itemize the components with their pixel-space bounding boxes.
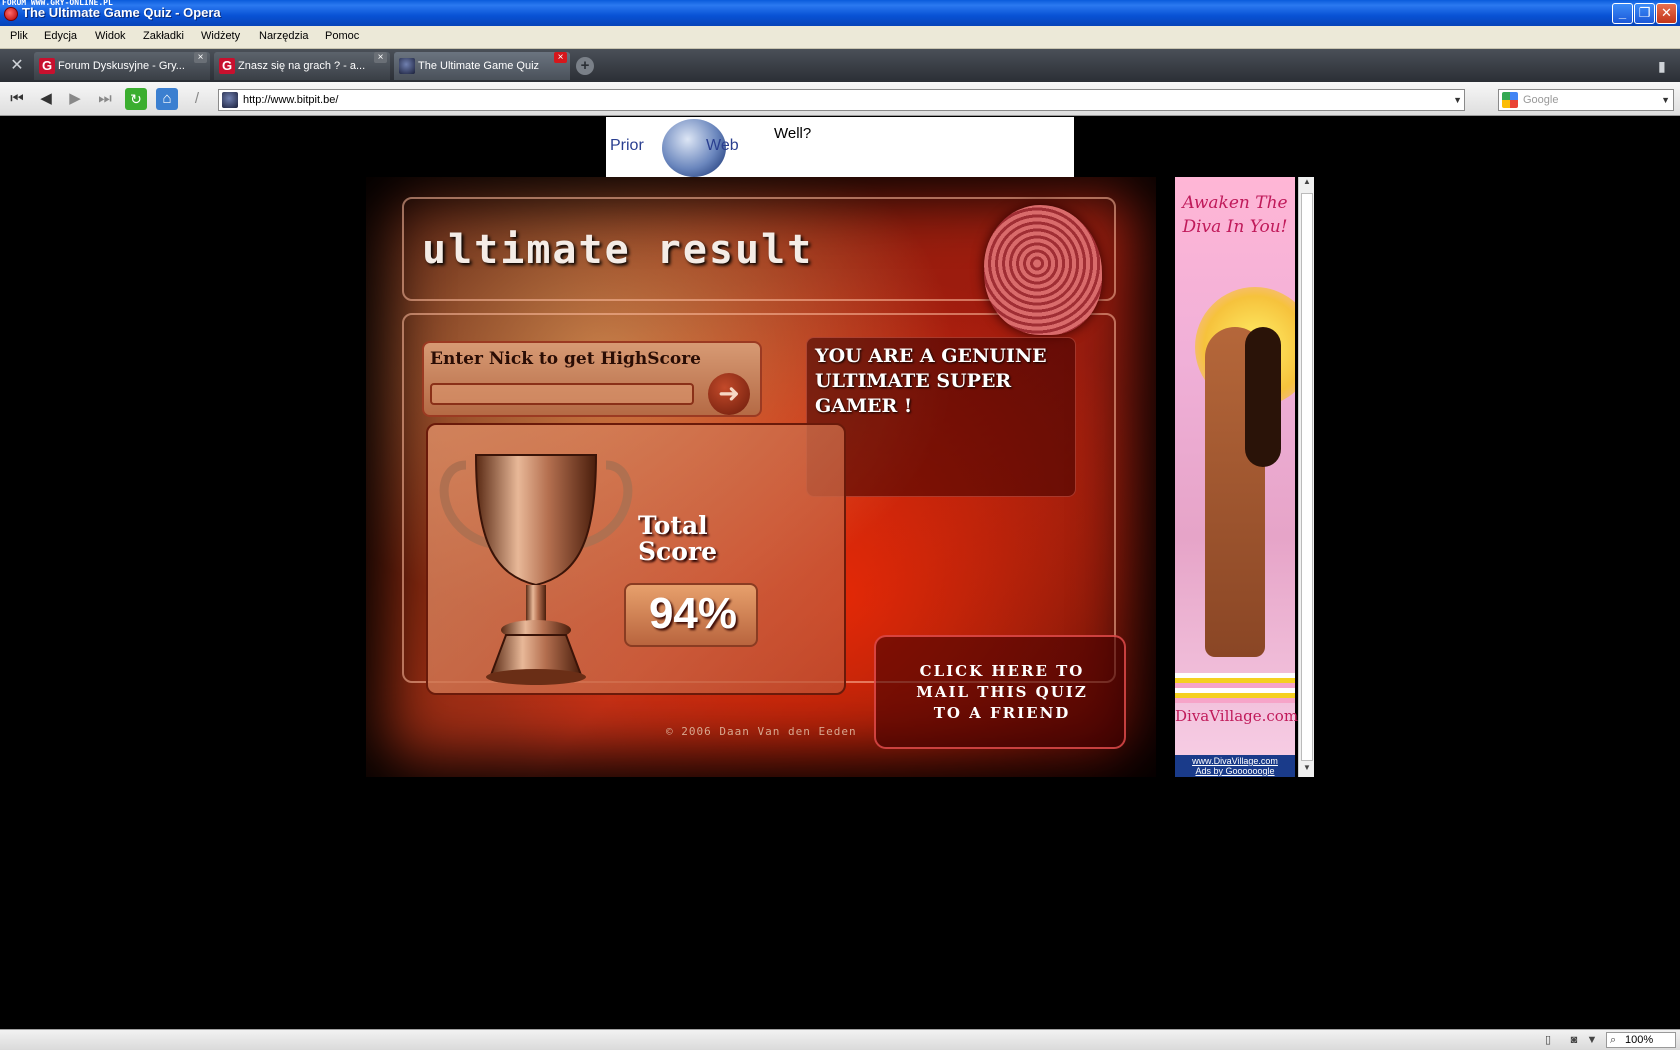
zoom-value: 100% bbox=[1625, 1034, 1654, 1046]
mail-line: MAIL THIS QUIZ bbox=[916, 683, 1088, 701]
result-message-panel: YOU ARE A GENUINE ULTIMATE SUPER GAMER ! bbox=[806, 337, 1076, 497]
menu-item-widzety[interactable]: Widżety bbox=[201, 30, 240, 42]
magnifier-icon: ⌕ bbox=[1610, 1034, 1617, 1046]
tab-label: Forum Dyskusyjne - Gry... bbox=[58, 60, 185, 72]
ad-scrollbar[interactable]: ▲ ▼ bbox=[1298, 177, 1314, 777]
close-window-button[interactable]: ✕ bbox=[1656, 3, 1677, 24]
ad-headline: Awaken The Diva In You! bbox=[1175, 191, 1295, 239]
quiz-result-flash: ultimate result Enter Nick to get HighSc… bbox=[366, 177, 1156, 777]
status-bar: ▯ ◙ ▼ ⌕ 100% bbox=[0, 1029, 1680, 1050]
ad-link[interactable]: www.DivaVillage.com bbox=[1175, 756, 1295, 766]
mail-to-friend-button[interactable]: CLICK HERE TO MAIL THIS QUIZ TO A FRIEND bbox=[874, 635, 1126, 749]
bitpit-favicon-icon bbox=[399, 58, 415, 74]
search-field[interactable]: Google ▼ bbox=[1498, 89, 1674, 111]
search-placeholder: Google bbox=[1523, 94, 1559, 106]
trash-icon[interactable]: ▮ bbox=[1658, 57, 1672, 75]
highscore-panel: Enter Nick to get HighScore ➜ bbox=[422, 341, 762, 417]
menu-item-zakladki[interactable]: Zakładki bbox=[143, 30, 184, 42]
menu-item-pomoc[interactable]: Pomoc bbox=[325, 30, 359, 42]
forward-icon[interactable]: ▶ bbox=[64, 88, 86, 110]
window-title-bar[interactable]: FORUM WWW.GRY-ONLINE.PL The Ultimate Gam… bbox=[0, 0, 1680, 26]
tab-ultimate-game-quiz[interactable]: The Ultimate Game Quiz × bbox=[394, 52, 570, 80]
diva-village-ad[interactable]: Awaken The Diva In You! DivaVillage.com … bbox=[1175, 177, 1299, 777]
figure-hair bbox=[1245, 327, 1281, 467]
score-label-line: Score bbox=[638, 537, 718, 566]
result-message: YOU ARE A GENUINE ULTIMATE SUPER GAMER ! bbox=[815, 345, 1047, 417]
url-text: http://www.bitpit.be/ bbox=[243, 94, 339, 106]
score-box: 94% bbox=[624, 583, 758, 647]
google-icon[interactable] bbox=[1502, 92, 1518, 108]
tab-forum[interactable]: G Forum Dyskusyjne - Gry... × bbox=[34, 52, 210, 80]
banner-logo-prior: Prior bbox=[610, 137, 644, 154]
restore-button[interactable]: ❐ bbox=[1634, 3, 1655, 24]
result-title: ultimate result bbox=[422, 227, 814, 273]
brain-icon bbox=[984, 205, 1102, 335]
zoom-control[interactable]: ⌕ 100% bbox=[1606, 1032, 1676, 1048]
opera-app-icon[interactable] bbox=[4, 7, 18, 21]
new-tab-icon[interactable]: + bbox=[576, 57, 594, 75]
network-icon[interactable]: ▯ bbox=[1540, 1033, 1556, 1047]
diva-illustration bbox=[1175, 267, 1295, 657]
menu-item-narzedzia[interactable]: Narzędzia bbox=[259, 30, 309, 42]
tab-label: Znasz się na grach ? - a... bbox=[238, 60, 366, 72]
address-field[interactable]: http://www.bitpit.be/ ▼ bbox=[218, 89, 1465, 111]
banner-text: Well? bbox=[774, 125, 812, 142]
mail-line: CLICK HERE TO bbox=[919, 662, 1085, 680]
window-title: The Ultimate Game Quiz - Opera bbox=[22, 5, 221, 20]
edit-icon[interactable]: / bbox=[186, 88, 208, 110]
scroll-thumb[interactable] bbox=[1301, 193, 1313, 761]
ad-site-name: DivaVillage.com bbox=[1175, 707, 1299, 725]
gry-online-favicon-icon: G bbox=[219, 58, 235, 74]
back-icon[interactable]: ◀ bbox=[35, 88, 57, 110]
score-value: 94% bbox=[648, 589, 738, 638]
mail-line: TO A FRIEND bbox=[933, 704, 1071, 722]
tab-label: The Ultimate Game Quiz bbox=[418, 60, 540, 72]
menu-item-widok[interactable]: Widok bbox=[95, 30, 126, 42]
trophy-icon bbox=[439, 454, 633, 685]
scroll-down-icon[interactable]: ▼ bbox=[1299, 763, 1315, 777]
chevron-down-icon[interactable]: ▼ bbox=[1661, 90, 1670, 110]
site-favicon-icon bbox=[222, 92, 238, 108]
ad-footer: www.DivaVillage.com Ads by Goooooogle bbox=[1175, 755, 1295, 777]
chevron-down-icon[interactable]: ▼ bbox=[1453, 90, 1462, 110]
scroll-up-icon[interactable]: ▲ bbox=[1299, 177, 1315, 191]
tab-znasz-sie[interactable]: G Znasz się na grach ? - a... × bbox=[214, 52, 390, 80]
minimize-button[interactable]: _ bbox=[1612, 3, 1633, 24]
tab-close-icon[interactable]: × bbox=[194, 52, 207, 63]
tab-close-icon[interactable]: × bbox=[374, 52, 387, 63]
camera-icon[interactable]: ◙ bbox=[1566, 1033, 1582, 1047]
rewind-icon[interactable]: ⏮ bbox=[6, 88, 28, 110]
gry-online-favicon-icon: G bbox=[39, 58, 55, 74]
total-score-label: Total Score bbox=[638, 513, 717, 565]
mail-button-label: CLICK HERE TO MAIL THIS QUIZ TO A FRIEND bbox=[888, 661, 1116, 724]
ad-headline-line: Diva In You! bbox=[1182, 217, 1288, 237]
chevron-down-icon[interactable]: ▼ bbox=[1584, 1033, 1600, 1047]
navigation-bar: ⏮ ◀ ▶ ⏭ ↻ ⌂ / http://www.bitpit.be/ ▼ Go… bbox=[0, 82, 1680, 116]
top-banner-ad[interactable]: Prior Web Well? bbox=[606, 117, 1074, 177]
menu-bar: Plik Edycja Widok Zakładki Widżety Narzę… bbox=[0, 26, 1680, 49]
page-viewport: Prior Web Well? ultimate result Enter Ni… bbox=[0, 117, 1680, 1029]
tab-bar: ✕ G Forum Dyskusyjne - Gry... × G Znasz … bbox=[0, 49, 1680, 82]
menu-item-plik[interactable]: Plik bbox=[10, 30, 28, 42]
ad-stripes bbox=[1175, 673, 1295, 703]
reload-icon[interactable]: ↻ bbox=[125, 88, 147, 110]
tools-icon[interactable]: ✕ bbox=[8, 57, 26, 75]
home-icon[interactable]: ⌂ bbox=[156, 88, 178, 110]
fast-forward-icon[interactable]: ⏭ bbox=[94, 88, 116, 110]
nick-input[interactable] bbox=[430, 383, 694, 405]
ads-by-google-link[interactable]: Ads by Goooooogle bbox=[1175, 766, 1295, 776]
submit-arrow-button[interactable]: ➜ bbox=[708, 373, 750, 415]
banner-logo-web: Web bbox=[706, 137, 739, 154]
ad-headline-line: Awaken The bbox=[1182, 193, 1288, 213]
menu-item-edycja[interactable]: Edycja bbox=[44, 30, 77, 42]
total-label-line: Total bbox=[638, 511, 708, 540]
tab-close-icon[interactable]: × bbox=[554, 52, 567, 63]
nick-label: Enter Nick to get HighScore bbox=[430, 349, 701, 369]
copyright-text: © 2006 Daan Van den Eeden bbox=[666, 725, 857, 738]
